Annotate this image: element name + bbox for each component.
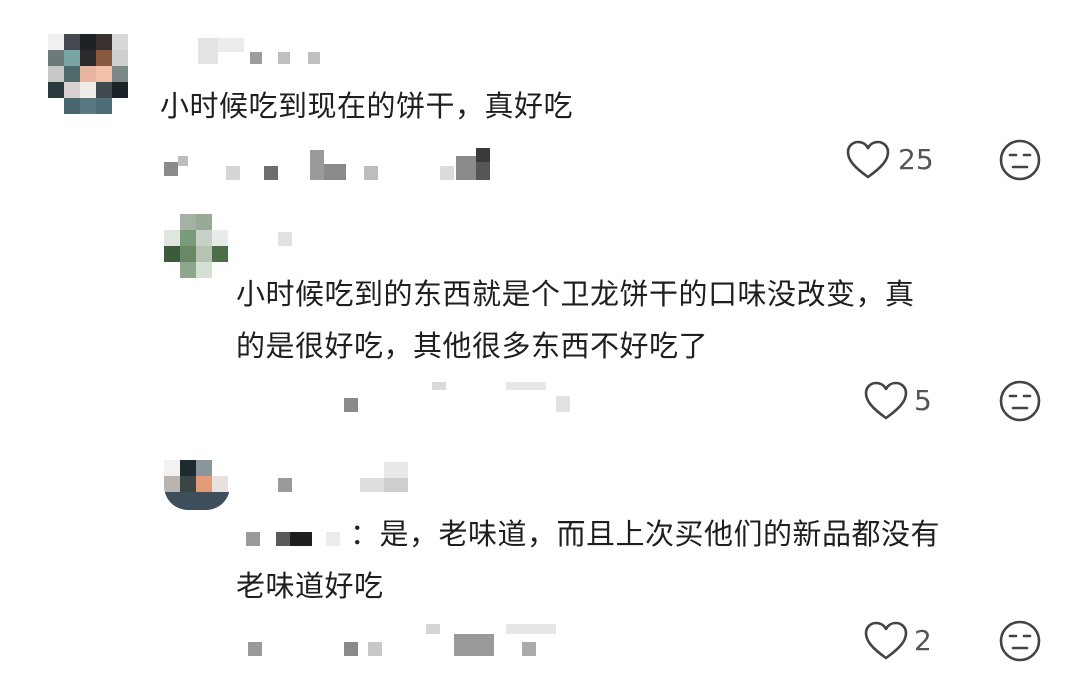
heart-outline-icon[interactable] [864,381,908,421]
avatar[interactable] [164,214,230,280]
like-count: 5 [914,384,932,417]
comment-meta [236,620,576,660]
comment-text-line1: 小时候吃到的东西就是个卫龙饼干的口味没改变，真 [236,277,915,311]
meh-face-icon[interactable] [998,379,1042,423]
username[interactable] [276,228,316,252]
heart-outline-icon[interactable] [846,140,890,180]
avatar[interactable] [48,34,132,118]
avatar[interactable] [164,460,230,510]
meh-face-icon[interactable] [998,619,1042,663]
comment-text-line2: 的是很好吃，其他很多东西不好吃了 [236,329,709,363]
comment-text-line1: ：是，老味道，而且上次买他们的新品都没有 [350,517,941,551]
like-count: 25 [898,143,934,176]
username[interactable] [198,38,338,68]
username[interactable] [276,460,416,496]
comment-meta [236,380,576,420]
heart-outline-icon[interactable] [864,621,908,661]
comment-meta [160,142,500,184]
like-count: 2 [914,624,932,657]
meh-face-icon[interactable] [998,138,1042,182]
comment-text-line2: 老味道好吃 [236,569,384,603]
comment-text: 小时候吃到现在的饼干，真好吃 [160,89,574,123]
